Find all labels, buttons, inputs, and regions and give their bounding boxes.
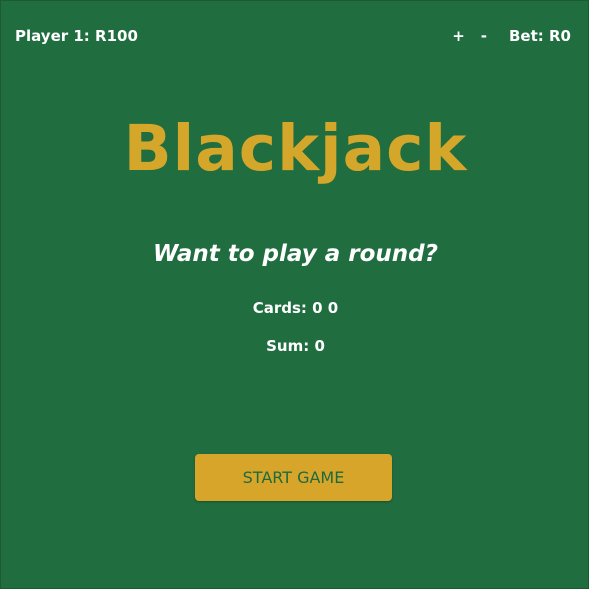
sum-display: Sum: 0	[266, 337, 325, 355]
top-bar: Player 1: R100 + - Bet: R0	[15, 25, 571, 47]
game-message: Want to play a round?	[153, 241, 438, 267]
cards-display: Cards: 0 0	[252, 299, 339, 317]
bet-amount: Bet: R0	[509, 27, 571, 45]
player-balance: Player 1: R100	[15, 27, 138, 45]
increase-bet-button[interactable]: +	[444, 25, 473, 47]
game-title: Blackjack	[123, 112, 468, 185]
game-table: Player 1: R100 + - Bet: R0 Blackjack Wan…	[0, 0, 589, 589]
decrease-bet-button[interactable]: -	[473, 25, 495, 47]
start-game-button[interactable]: START GAME	[195, 454, 392, 501]
bet-controls: + - Bet: R0	[444, 25, 571, 47]
